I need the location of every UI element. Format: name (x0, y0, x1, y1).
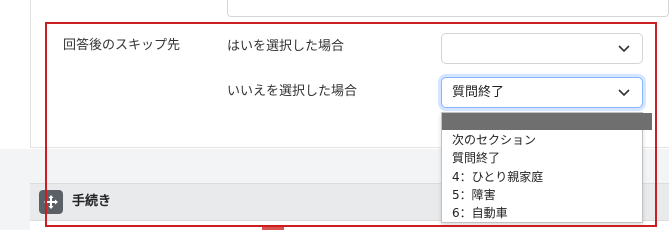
dropdown-option[interactable]: 5：障害 (442, 186, 652, 204)
skip-options-dropdown: 次のセクション 質問終了 4：ひとり親家庭 5：障害 6：自動車 (441, 112, 652, 223)
dropdown-option-blank[interactable] (442, 113, 652, 130)
move-arrows-icon (44, 195, 58, 209)
skip-destination-title: 回答後のスキップ先 (63, 38, 181, 53)
required-marker (262, 227, 284, 230)
procedure-title: 手続き (72, 194, 112, 209)
chevron-down-icon (618, 45, 630, 53)
yes-skip-select[interactable] (441, 33, 643, 64)
dropdown-option[interactable]: 次のセクション (442, 131, 652, 149)
no-skip-value: 質問終了 (452, 85, 505, 100)
dropdown-option[interactable]: 6：自動車 (442, 204, 652, 222)
drag-handle-icon[interactable] (39, 190, 63, 214)
dropdown-option[interactable]: 4：ひとり親家庭 (442, 168, 652, 186)
chevron-down-icon (618, 89, 630, 97)
previous-textarea[interactable] (227, 0, 669, 17)
no-selected-label: いいえを選択した場合 (227, 84, 358, 99)
yes-selected-label: はいを選択した場合 (227, 39, 345, 54)
no-skip-select[interactable]: 質問終了 (441, 77, 643, 108)
dropdown-option[interactable]: 質問終了 (442, 149, 652, 167)
